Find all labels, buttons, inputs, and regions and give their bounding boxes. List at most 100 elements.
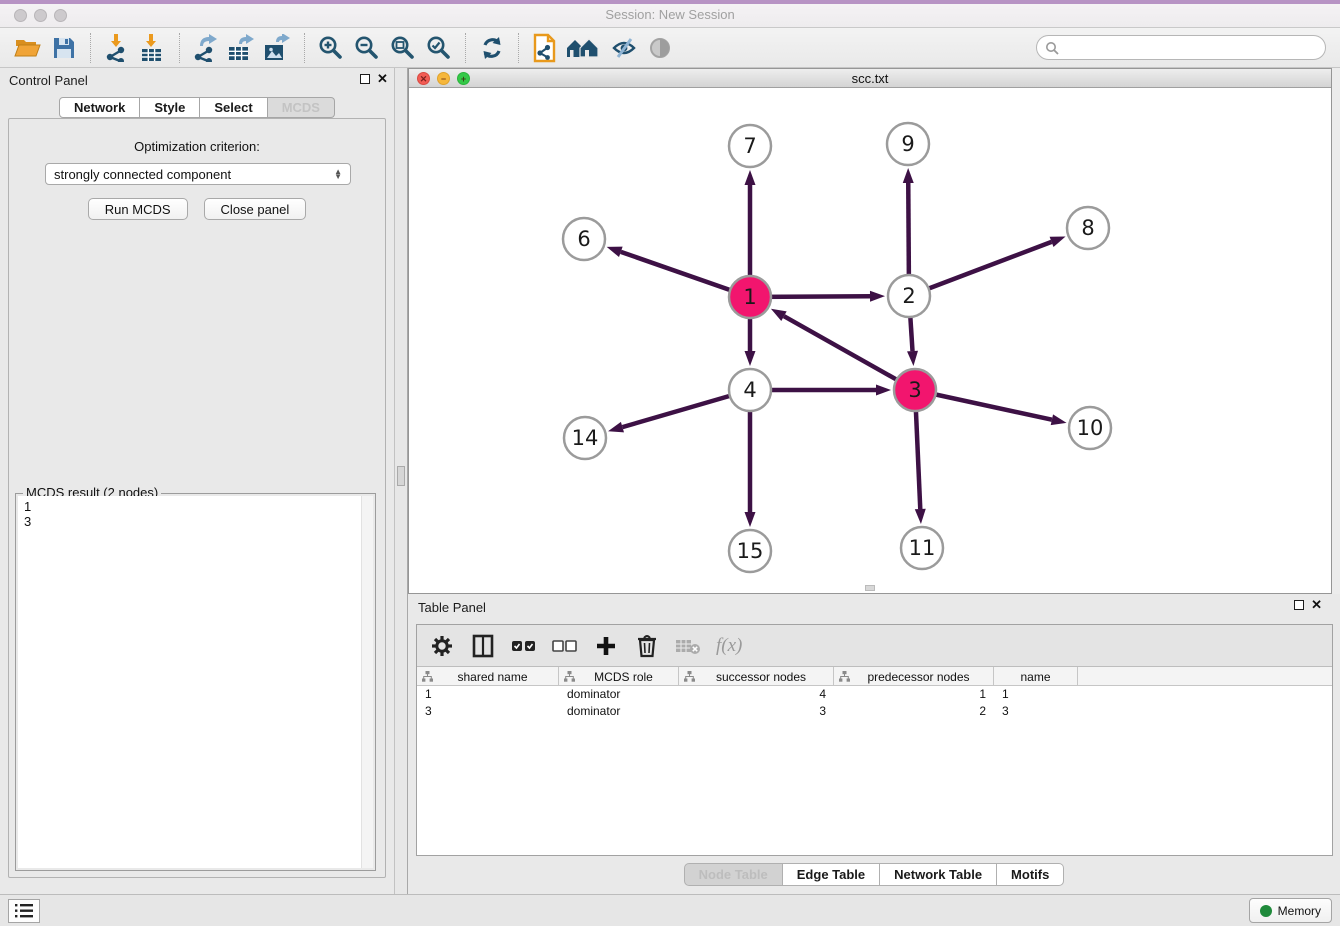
node-label-4: 4	[743, 378, 756, 402]
tab-network[interactable]: Network	[59, 97, 140, 118]
optimization-criterion-select[interactable]: strongly connected component ▲▼	[45, 163, 351, 185]
edge-arrow-1-2	[870, 291, 885, 302]
network-resize-handle[interactable]	[865, 585, 875, 591]
export-network-icon[interactable]	[188, 31, 224, 65]
column-header-shared-name[interactable]: shared name	[417, 667, 559, 686]
control-panel-title: Control Panel	[9, 73, 88, 88]
node-label-3: 3	[908, 378, 921, 402]
close-panel-icon[interactable]: ✕	[377, 71, 388, 87]
memory-button[interactable]: Memory	[1249, 898, 1332, 923]
optimization-criterion-label: Optimization criterion:	[9, 139, 385, 154]
tab-mcds[interactable]: MCDS	[268, 97, 335, 118]
cell[interactable]: 4	[679, 686, 834, 703]
table-tabs: Node TableEdge TableNetwork TableMotifs	[408, 863, 1340, 886]
close-panel-button[interactable]: Close panel	[204, 198, 307, 220]
tab-motifs[interactable]: Motifs	[997, 863, 1064, 886]
edge-arrow-4-15	[745, 512, 756, 527]
column-header-MCDS-role[interactable]: MCDS role	[559, 667, 679, 686]
delete-column-icon	[675, 633, 701, 659]
float-panel-icon[interactable]	[360, 74, 370, 84]
control-panel-header: Control Panel ✕	[0, 68, 394, 92]
tab-style[interactable]: Style	[140, 97, 200, 118]
edge-arrow-1-7	[745, 170, 756, 185]
cell[interactable]: 3	[994, 703, 1078, 720]
status-bar: Memory	[0, 894, 1340, 926]
delete-row-icon[interactable]	[634, 633, 660, 659]
memory-label: Memory	[1278, 904, 1321, 918]
table-panel-title: Table Panel	[418, 600, 486, 615]
edge-arrow-2-3	[907, 351, 918, 366]
cell[interactable]: 2	[834, 703, 994, 720]
list-icon	[15, 904, 33, 918]
network-window-titlebar[interactable]: ✕ − + scc.txt	[409, 69, 1331, 88]
memory-status-icon	[1260, 905, 1272, 917]
edge-arrow-1-4	[745, 351, 756, 366]
edge-arrow-4-14	[608, 422, 624, 433]
select-all-icon[interactable]	[511, 633, 537, 659]
export-table-icon[interactable]	[224, 31, 260, 65]
new-network-from-selection-icon[interactable]	[527, 31, 563, 65]
column-header-name[interactable]: name	[994, 667, 1078, 686]
float-table-panel-icon[interactable]	[1294, 600, 1304, 610]
mcds-panel: Optimization criterion: strongly connect…	[8, 118, 386, 878]
mcds-result-text[interactable]: 1 3	[18, 496, 373, 868]
column-header-predecessor-nodes[interactable]: predecessor nodes	[834, 667, 994, 686]
import-table-icon[interactable]	[135, 31, 171, 65]
zoom-selected-icon[interactable]	[421, 31, 457, 65]
control-panel-tabs: NetworkStyleSelectMCDS	[0, 97, 394, 118]
toolbar-separator	[465, 33, 466, 63]
network-canvas[interactable]: 7968124314101511	[409, 88, 1331, 593]
table-options-icon[interactable]	[429, 633, 455, 659]
cell[interactable]: 1	[834, 686, 994, 703]
cell[interactable]: dominator	[559, 703, 679, 720]
deselect-all-icon[interactable]	[552, 633, 578, 659]
node-table-container: f(x) shared nameMCDS rolesuccessor nodes…	[416, 624, 1333, 856]
edge-2-8[interactable]	[909, 242, 1052, 296]
window-titlebar: Session: New Session	[0, 0, 1340, 28]
node-label-11: 11	[909, 536, 936, 560]
toolbar-separator	[90, 33, 91, 63]
close-table-panel-icon[interactable]: ✕	[1311, 597, 1322, 613]
result-scrollbar[interactable]	[361, 496, 373, 868]
divider-handle[interactable]	[397, 466, 405, 486]
cell[interactable]: 1	[994, 686, 1078, 703]
network-window: ✕ − + scc.txt 7968124314101511	[408, 68, 1332, 594]
edge-arrow-3-10	[1051, 414, 1067, 425]
column-header-successor-nodes[interactable]: successor nodes	[679, 667, 834, 686]
tab-node-table[interactable]: Node Table	[684, 863, 783, 886]
first-neighbors-icon[interactable]	[563, 31, 607, 65]
run-mcds-button[interactable]: Run MCDS	[88, 198, 188, 220]
tab-select[interactable]: Select	[200, 97, 267, 118]
zoom-out-icon[interactable]	[349, 31, 385, 65]
zoom-in-icon[interactable]	[313, 31, 349, 65]
add-row-icon[interactable]	[593, 633, 619, 659]
zoom-fit-icon[interactable]	[385, 31, 421, 65]
search-input[interactable]	[1064, 41, 1325, 55]
table-row[interactable]: 1dominator411	[417, 686, 1332, 703]
open-session-icon[interactable]	[10, 31, 46, 65]
tab-network-table[interactable]: Network Table	[880, 863, 997, 886]
toolbar-separator	[518, 33, 519, 63]
edge-3-1[interactable]	[784, 316, 915, 390]
refresh-view-icon[interactable]	[474, 31, 510, 65]
hide-selected-icon[interactable]	[607, 31, 643, 65]
cell[interactable]: 1	[417, 686, 559, 703]
task-history-button[interactable]	[8, 899, 40, 923]
panel-divider[interactable]	[394, 68, 408, 894]
titlebar-accent	[0, 0, 1340, 4]
save-session-icon[interactable]	[46, 31, 82, 65]
node-label-14: 14	[572, 426, 599, 450]
export-image-icon[interactable]	[260, 31, 296, 65]
show-columns-icon[interactable]	[470, 633, 496, 659]
control-panel: Control Panel ✕ NetworkStyleSelectMCDS O…	[0, 68, 394, 894]
node-label-7: 7	[743, 134, 756, 158]
tab-edge-table[interactable]: Edge Table	[783, 863, 880, 886]
edge-arrow-2-8	[1050, 237, 1066, 247]
table-header-row: shared nameMCDS rolesuccessor nodesprede…	[417, 667, 1332, 686]
import-network-icon[interactable]	[99, 31, 135, 65]
table-row[interactable]: 3dominator323	[417, 703, 1332, 720]
search-box[interactable]	[1036, 35, 1326, 60]
cell[interactable]: 3	[679, 703, 834, 720]
cell[interactable]: dominator	[559, 686, 679, 703]
cell[interactable]: 3	[417, 703, 559, 720]
